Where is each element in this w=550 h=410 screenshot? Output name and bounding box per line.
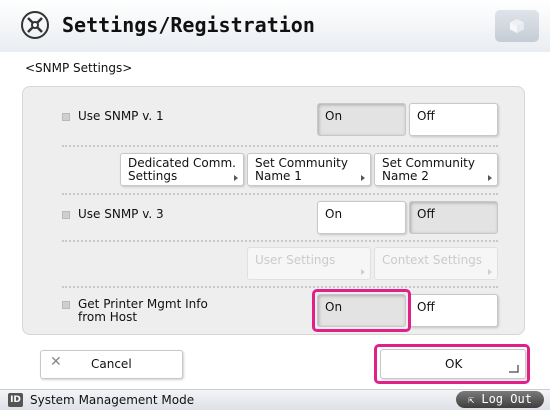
chevron-right-icon [488,269,492,275]
logout-button[interactable]: ⇱ Log Out [456,391,544,408]
button-label-line2: Name 1 [255,169,302,183]
set-community-name-1-button[interactable]: Set Community Name 1 [247,153,371,186]
user-settings-button[interactable]: User Settings [247,247,371,280]
section-subtitle: <SNMP Settings> [25,61,133,75]
bullet-icon [62,211,70,219]
cube-icon [510,19,524,33]
divider [62,286,498,288]
label-line1: Get Printer Mgmt Info [78,297,208,311]
bullet-icon [62,113,70,121]
logout-icon: ⇱ [468,395,475,406]
printer-mgmt-off-button[interactable]: Off [409,294,498,327]
set-community-name-2-button[interactable]: Set Community Name 2 [374,153,498,186]
chevron-right-icon [234,175,238,181]
cancel-label: Cancel [91,357,132,371]
logout-label: Log Out [481,392,532,406]
divider [62,193,498,195]
mode-text: System Management Mode [30,393,195,407]
label-line2: from Host [78,310,138,324]
cancel-button[interactable]: ✕ Cancel [40,350,183,379]
snmp-v1-off-button[interactable]: Off [409,103,498,136]
chevron-right-icon [361,175,365,181]
snmp-v1-on-button[interactable]: On [317,103,406,136]
snmp-v3-on-button[interactable]: On [317,201,406,234]
bullet-icon [62,301,70,309]
context-settings-button[interactable]: Context Settings [374,247,498,280]
button-label: Context Settings [382,253,483,267]
snmp-v3-off-button[interactable]: Off [409,201,498,234]
id-badge-icon: ID [8,393,23,407]
corner-button[interactable] [495,10,539,42]
button-label-line2: Settings [128,169,178,183]
on-button-highlight [312,289,411,332]
close-icon: ✕ [50,354,62,370]
chevron-right-icon [488,175,492,181]
snmp-v3-label: Use SNMP v. 3 [78,207,164,221]
settings-wrench-icon [21,11,49,39]
button-label-line1: Dedicated Comm. [128,156,236,170]
button-label-line1: Set Community [382,156,475,170]
page-title: Settings/Registration [62,13,315,37]
chevron-right-icon [361,269,365,275]
status-bar: ID System Management Mode ⇱ Log Out [0,389,550,410]
button-label-line1: Set Community [255,156,348,170]
snmp-v1-label: Use SNMP v. 1 [78,109,164,123]
title-bar: Settings/Registration [0,0,550,52]
dedicated-comm-settings-button[interactable]: Dedicated Comm. Settings [120,153,244,186]
divider [62,240,498,242]
ok-button-highlight [374,344,530,384]
printer-mgmt-label: Get Printer Mgmt Info from Host [78,298,208,324]
button-label-line2: Name 2 [382,169,429,183]
button-label: User Settings [255,253,336,267]
divider [62,145,498,147]
